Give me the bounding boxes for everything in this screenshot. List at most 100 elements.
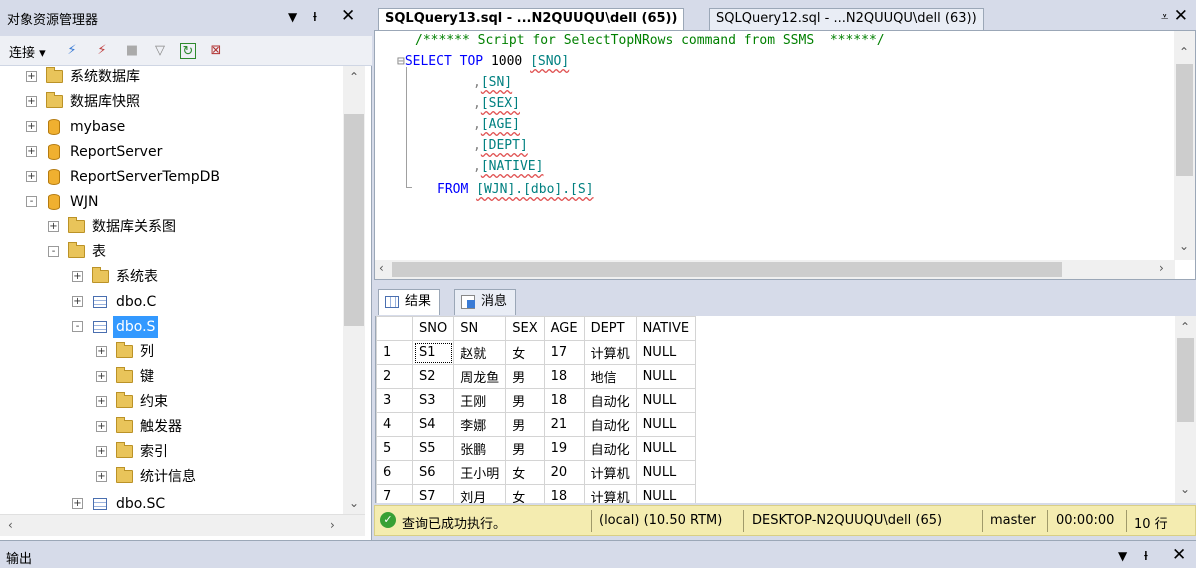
expand-icon[interactable]: + <box>96 446 107 457</box>
table-cell[interactable]: NULL <box>635 412 697 437</box>
object-explorer-hscrollbar[interactable]: ‹ › <box>0 514 365 536</box>
row-number[interactable]: 1 <box>376 340 413 365</box>
expand-icon[interactable]: + <box>96 421 107 432</box>
expand-icon[interactable]: + <box>96 371 107 382</box>
table-cell[interactable]: 21 <box>543 412 585 437</box>
scroll-left-icon[interactable]: ‹ <box>379 261 384 275</box>
expand-icon[interactable]: + <box>96 471 107 482</box>
table-cell[interactable]: 男 <box>505 364 545 389</box>
expand-icon[interactable]: + <box>72 498 83 509</box>
table-cell[interactable]: 自动化 <box>583 436 637 461</box>
row-number[interactable]: 5 <box>376 436 413 461</box>
scroll-left-icon[interactable]: ‹ <box>8 518 13 532</box>
results-vscroll-thumb[interactable] <box>1177 338 1194 422</box>
table-cell[interactable]: S4 <box>411 412 455 437</box>
table-cell[interactable]: 李娜 <box>453 412 507 437</box>
table-cell[interactable]: 自动化 <box>583 412 637 437</box>
results-grid[interactable]: SNO SN SEX AGE DEPT NATIVE 1 S1 赵就 女 17 … <box>375 316 1175 503</box>
scroll-right-icon[interactable]: › <box>330 518 335 532</box>
table-cell[interactable]: NULL <box>635 340 697 365</box>
table-cell[interactable]: 刘月 <box>453 484 507 503</box>
scroll-right-icon[interactable]: › <box>1159 261 1164 275</box>
table-cell[interactable]: 地信 <box>583 364 637 389</box>
filter-icon[interactable]: ▽ <box>152 43 168 59</box>
tab-results[interactable]: 结果 <box>378 289 441 315</box>
dropdown-icon[interactable]: ▼ <box>1118 549 1127 563</box>
table-cell[interactable]: 女 <box>505 340 545 365</box>
table-cell[interactable]: 男 <box>505 436 545 461</box>
close-icon[interactable]: ✕ <box>341 6 355 26</box>
collapse-icon[interactable]: - <box>26 196 37 207</box>
expand-icon[interactable]: + <box>96 346 107 357</box>
scroll-down-icon[interactable]: ⌄ <box>349 496 359 510</box>
table-cell[interactable]: NULL <box>635 484 697 503</box>
summary-icon[interactable]: ⊠ <box>208 43 224 59</box>
table-cell[interactable]: 计算机 <box>583 340 637 365</box>
table-cell[interactable]: 赵就 <box>453 340 507 365</box>
table-cell[interactable]: 女 <box>505 460 545 485</box>
row-number[interactable]: 6 <box>376 460 413 485</box>
tab-messages[interactable]: 消息 <box>454 289 517 315</box>
table-row[interactable]: 3 S3 王刚 男 18 自动化 NULL <box>376 388 697 413</box>
scroll-up-icon[interactable]: ⌃ <box>349 70 359 84</box>
stop-icon[interactable]: ■ <box>124 43 140 59</box>
scroll-down-icon[interactable]: ⌄ <box>1180 482 1190 496</box>
editor-hscroll-thumb[interactable] <box>392 262 1062 277</box>
table-cell[interactable]: 19 <box>543 436 585 461</box>
table-cell[interactable]: NULL <box>635 364 697 389</box>
object-explorer-vscroll-thumb[interactable] <box>344 114 364 326</box>
collapse-region-icon[interactable]: ⊟ <box>397 54 405 69</box>
collapse-icon[interactable]: - <box>72 321 83 332</box>
connect-server-icon[interactable]: ⚡ <box>64 43 80 59</box>
table-row[interactable]: 7 S7 刘月 女 18 计算机 NULL <box>376 484 697 503</box>
expand-icon[interactable]: + <box>72 296 83 307</box>
table-row[interactable]: 2 S2 周龙鱼 男 18 地信 NULL <box>376 364 697 389</box>
table-cell[interactable]: 18 <box>543 388 585 413</box>
expand-icon[interactable]: + <box>96 396 107 407</box>
table-cell[interactable]: S3 <box>411 388 455 413</box>
sql-editor[interactable]: /****** Script for SelectTopNRows comman… <box>374 30 1196 280</box>
expand-icon[interactable]: + <box>26 96 37 107</box>
column-header[interactable]: SEX <box>505 316 545 341</box>
table-cell[interactable]: 17 <box>543 340 585 365</box>
row-number[interactable]: 7 <box>376 484 413 503</box>
table-cell[interactable]: 张鹏 <box>453 436 507 461</box>
table-cell[interactable]: S5 <box>411 436 455 461</box>
table-row[interactable]: 1 S1 赵就 女 17 计算机 NULL <box>376 340 697 365</box>
expand-icon[interactable]: + <box>26 121 37 132</box>
table-cell[interactable]: 女 <box>505 484 545 503</box>
table-cell[interactable]: 自动化 <box>583 388 637 413</box>
row-number[interactable]: 2 <box>376 364 413 389</box>
column-header[interactable]: DEPT <box>583 316 637 341</box>
column-header[interactable]: AGE <box>543 316 585 341</box>
table-cell[interactable]: 男 <box>505 388 545 413</box>
table-cell[interactable]: 男 <box>505 412 545 437</box>
pin-icon[interactable]: ᵼ <box>313 6 317 26</box>
table-row[interactable]: 4 S4 李娜 男 21 自动化 NULL <box>376 412 697 437</box>
editor-vscroll-thumb[interactable] <box>1176 64 1193 176</box>
table-cell[interactable]: S1 <box>411 340 455 365</box>
refresh-icon[interactable]: ↻ <box>180 43 196 59</box>
table-row[interactable]: 5 S5 张鹏 男 19 自动化 NULL <box>376 436 697 461</box>
scroll-up-icon[interactable]: ⌃ <box>1180 320 1190 334</box>
column-header[interactable]: NATIVE <box>635 316 697 341</box>
tab-sqlquery12[interactable]: SQLQuery12.sql - ...N2QUUQU\dell (63)) <box>709 8 984 30</box>
close-icon[interactable]: ✕ <box>1172 545 1186 565</box>
expand-icon[interactable]: + <box>72 271 83 282</box>
scroll-down-icon[interactable]: ⌄ <box>1179 239 1189 253</box>
table-row[interactable]: 6 S6 王小明 女 20 计算机 NULL <box>376 460 697 485</box>
pin-icon[interactable]: ᵼ <box>1144 545 1148 565</box>
tab-menu-close-icons[interactable]: ⩡ ✕ <box>1161 6 1188 26</box>
table-cell[interactable]: 王小明 <box>453 460 507 485</box>
connect-button[interactable]: 连接 ▾ <box>9 42 46 61</box>
table-cell[interactable]: 计算机 <box>583 484 637 503</box>
table-cell[interactable]: S6 <box>411 460 455 485</box>
collapse-icon[interactable]: - <box>48 246 59 257</box>
table-cell[interactable]: S7 <box>411 484 455 503</box>
expand-icon[interactable]: + <box>48 221 59 232</box>
expand-icon[interactable]: + <box>26 71 37 82</box>
expand-icon[interactable]: + <box>26 171 37 182</box>
scroll-up-icon[interactable]: ⌃ <box>1179 45 1189 59</box>
row-number[interactable]: 4 <box>376 412 413 437</box>
table-cell[interactable]: NULL <box>635 388 697 413</box>
